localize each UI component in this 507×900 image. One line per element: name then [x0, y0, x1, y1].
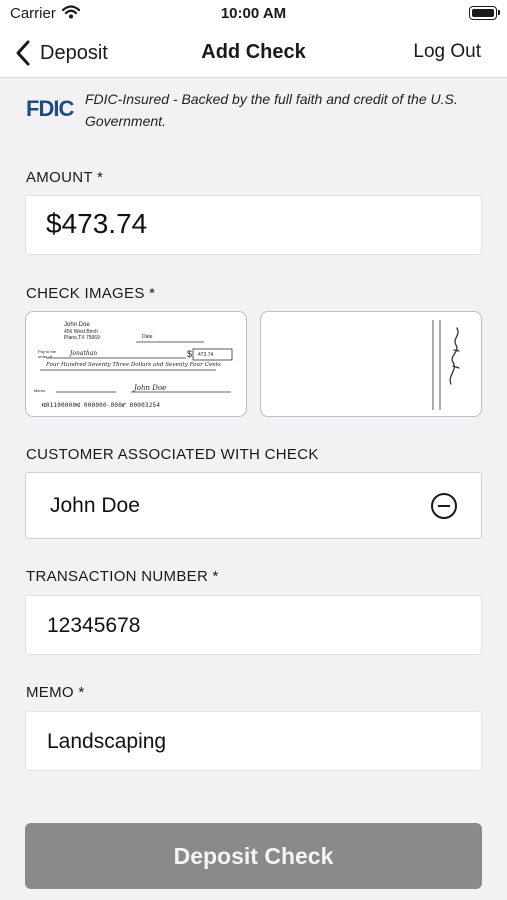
check-dollar-sign: $: [187, 349, 193, 359]
transaction-number-field[interactable]: 12345678: [25, 595, 482, 655]
deposit-check-button[interactable]: Deposit Check: [25, 823, 482, 889]
fdic-notice-text: FDIC-Insured - Backed by the full faith …: [85, 91, 458, 129]
customer-value: John Doe: [50, 494, 140, 517]
check-payer-address2: Plano,TX 75669: [64, 335, 100, 341]
check-payee: Jonathan: [70, 350, 98, 357]
memo-label: MEMO *: [26, 684, 85, 701]
check-written-amount: Four Hundred Seventy Three Dollars and S…: [46, 362, 221, 368]
fdic-logo: FDIC: [26, 96, 74, 121]
amount-label: AMOUNT *: [26, 169, 104, 186]
clock: 10:00 AM: [220, 5, 287, 22]
back-button[interactable]: Deposit: [12, 38, 108, 68]
fdic-notice: FDIC FDIC-Insured - Backed by the full f…: [26, 88, 481, 134]
check-back-image[interactable]: [260, 311, 482, 417]
check-payer-name: John Doe: [64, 322, 90, 328]
amount-value: $473.74: [46, 208, 148, 239]
check-date-label: Date: [142, 334, 153, 340]
check-signature: John Doe: [134, 384, 167, 392]
battery-icon: [469, 6, 500, 20]
amount-field[interactable]: $473.74: [25, 195, 482, 255]
status-bar: Carrier 10:00 AM: [0, 0, 507, 28]
check-images-label: CHECK IMAGES *: [26, 285, 156, 302]
check-memo-label: Memo: [34, 388, 46, 393]
memo-value: Landscaping: [47, 730, 167, 753]
back-label: Deposit: [40, 41, 108, 64]
customer-field[interactable]: John Doe: [25, 472, 482, 539]
transaction-number-value: 12345678: [47, 614, 141, 637]
check-pay-to-label: Pay to the order of: [38, 349, 57, 359]
endorsement-signature-icon: [432, 320, 460, 410]
check-micr-line: ⑆01100000⑆ 000000-000⑈ 00003254: [42, 402, 161, 409]
check-amount-box: 473.74: [198, 352, 214, 358]
nav-bar: Deposit Add Check Log Out: [0, 28, 507, 78]
check-front-image[interactable]: John Doe 456 West Birch Plano,TX 75669 D…: [25, 311, 247, 417]
chevron-left-icon: [16, 40, 30, 66]
logout-button[interactable]: Log Out: [413, 41, 481, 63]
transaction-number-label: TRANSACTION NUMBER *: [26, 568, 219, 585]
remove-customer-icon[interactable]: [431, 493, 457, 519]
customer-label: CUSTOMER ASSOCIATED WITH CHECK: [26, 446, 319, 463]
memo-field[interactable]: Landscaping: [25, 711, 482, 771]
